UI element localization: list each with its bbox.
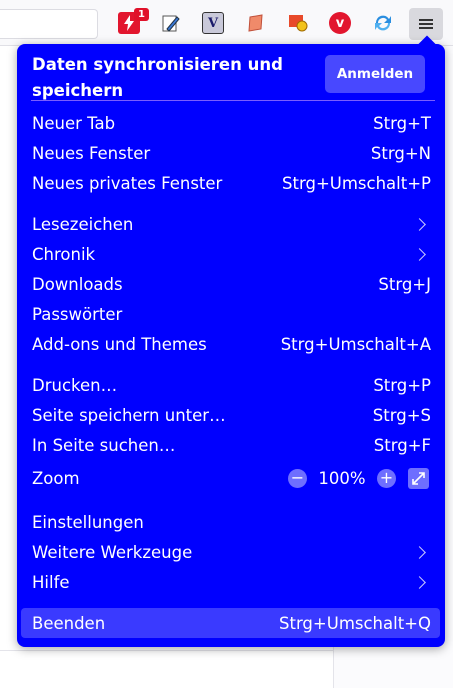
menu-item-quit[interactable]: Beenden Strg+Umschalt+Q [21, 608, 440, 638]
v-extension-icon[interactable]: V [202, 12, 224, 34]
zoom-out-button[interactable]: − [288, 468, 307, 488]
menu-item-find[interactable]: In Seite suchen… Strg+F [21, 430, 440, 460]
menu-item-label: Neues privates Fenster [32, 173, 223, 193]
chevron-right-icon [413, 545, 426, 559]
scroll-extension-icon[interactable] [245, 12, 267, 34]
menu-item-shortcut: Strg+Umschalt+Q [279, 613, 431, 633]
menu-item-private-window[interactable]: Neues privates Fenster Strg+Umschalt+P [21, 168, 440, 198]
menu-item-shortcut: Strg+P [373, 375, 431, 395]
menu-item-label: In Seite suchen… [32, 435, 176, 455]
pen-extension-icon[interactable] [160, 12, 182, 34]
vivaldi-extension-icon[interactable]: v [329, 12, 351, 34]
menu-item-downloads[interactable]: Downloads Strg+J [21, 269, 440, 299]
menu-item-label: Weitere Werkzeuge [32, 542, 193, 562]
menu-item-label: Add-ons und Themes [32, 334, 207, 354]
menu-item-label: Drucken… [32, 375, 118, 395]
bolt-extension-icon[interactable]: 1 [118, 8, 149, 34]
menu-item-label: Seite speichern unter… [32, 405, 226, 425]
app-menu-panel: Daten synchronisieren und speichern Anme… [17, 44, 445, 647]
menu-item-print[interactable]: Drucken… Strg+P [21, 370, 440, 400]
menu-item-shortcut: Strg+T [373, 113, 431, 133]
menu-item-shortcut: Strg+N [370, 143, 431, 163]
menu-item-addons[interactable]: Add-ons und Themes Strg+Umschalt+A [21, 329, 440, 359]
menu-item-shortcut: Strg+Umschalt+P [282, 173, 431, 193]
menu-item-label: Passwörter [32, 304, 123, 324]
chevron-right-icon [413, 247, 426, 261]
menu-item-history[interactable]: Chronik [21, 239, 440, 269]
menu-item-label: Lesezeichen [32, 214, 134, 234]
menu-item-new-tab[interactable]: Neuer Tab Strg+T [21, 108, 440, 138]
sync-extension-icon[interactable] [372, 12, 394, 34]
separator [31, 100, 435, 101]
menu-item-label: Downloads [32, 274, 123, 294]
zoom-controls: − 100% + [288, 467, 429, 489]
url-bar[interactable] [0, 9, 98, 39]
chevron-right-icon [413, 217, 426, 231]
menu-item-label: Chronik [32, 244, 96, 264]
menu-item-shortcut: Strg+Umschalt+A [280, 334, 431, 354]
menu-item-shortcut: Strg+S [372, 405, 431, 425]
menu-item-label: Hilfe [32, 572, 70, 592]
menu-item-label: Einstellungen [32, 512, 144, 532]
menu-item-settings[interactable]: Einstellungen [21, 507, 440, 537]
menu-item-bookmarks[interactable]: Lesezeichen [21, 209, 440, 239]
menu-item-label: Neuer Tab [32, 113, 116, 133]
zoom-in-button[interactable]: + [377, 468, 396, 488]
sync-title: Daten synchronisieren und speichern [32, 55, 283, 100]
fullscreen-button[interactable] [408, 467, 429, 489]
menu-item-shortcut: Strg+F [373, 435, 431, 455]
browser-toolbar: 1 V v [0, 0, 453, 46]
menu-item-label: Neues Fenster [32, 143, 151, 163]
shield-extension-icon[interactable] [287, 12, 309, 34]
menu-item-new-window[interactable]: Neues Fenster Strg+N [21, 138, 440, 168]
page-divider [0, 650, 333, 651]
menu-item-label: Beenden [32, 613, 106, 633]
signin-button[interactable]: Anmelden [325, 55, 425, 93]
menu-item-label: Zoom [32, 468, 80, 488]
menu-item-zoom: Zoom − 100% + [21, 463, 440, 493]
hamburger-icon [419, 19, 433, 29]
zoom-level[interactable]: 100% [307, 469, 377, 488]
menu-item-help[interactable]: Hilfe [21, 567, 440, 597]
menu-item-more-tools[interactable]: Weitere Werkzeuge [21, 537, 440, 567]
menu-item-passwords[interactable]: Passwörter [21, 299, 440, 329]
fullscreen-icon [412, 471, 425, 485]
menu-item-save-page[interactable]: Seite speichern unter… Strg+S [21, 400, 440, 430]
chevron-right-icon [413, 575, 426, 589]
extension-badge: 1 [134, 8, 149, 21]
menu-item-shortcut: Strg+J [378, 274, 431, 294]
